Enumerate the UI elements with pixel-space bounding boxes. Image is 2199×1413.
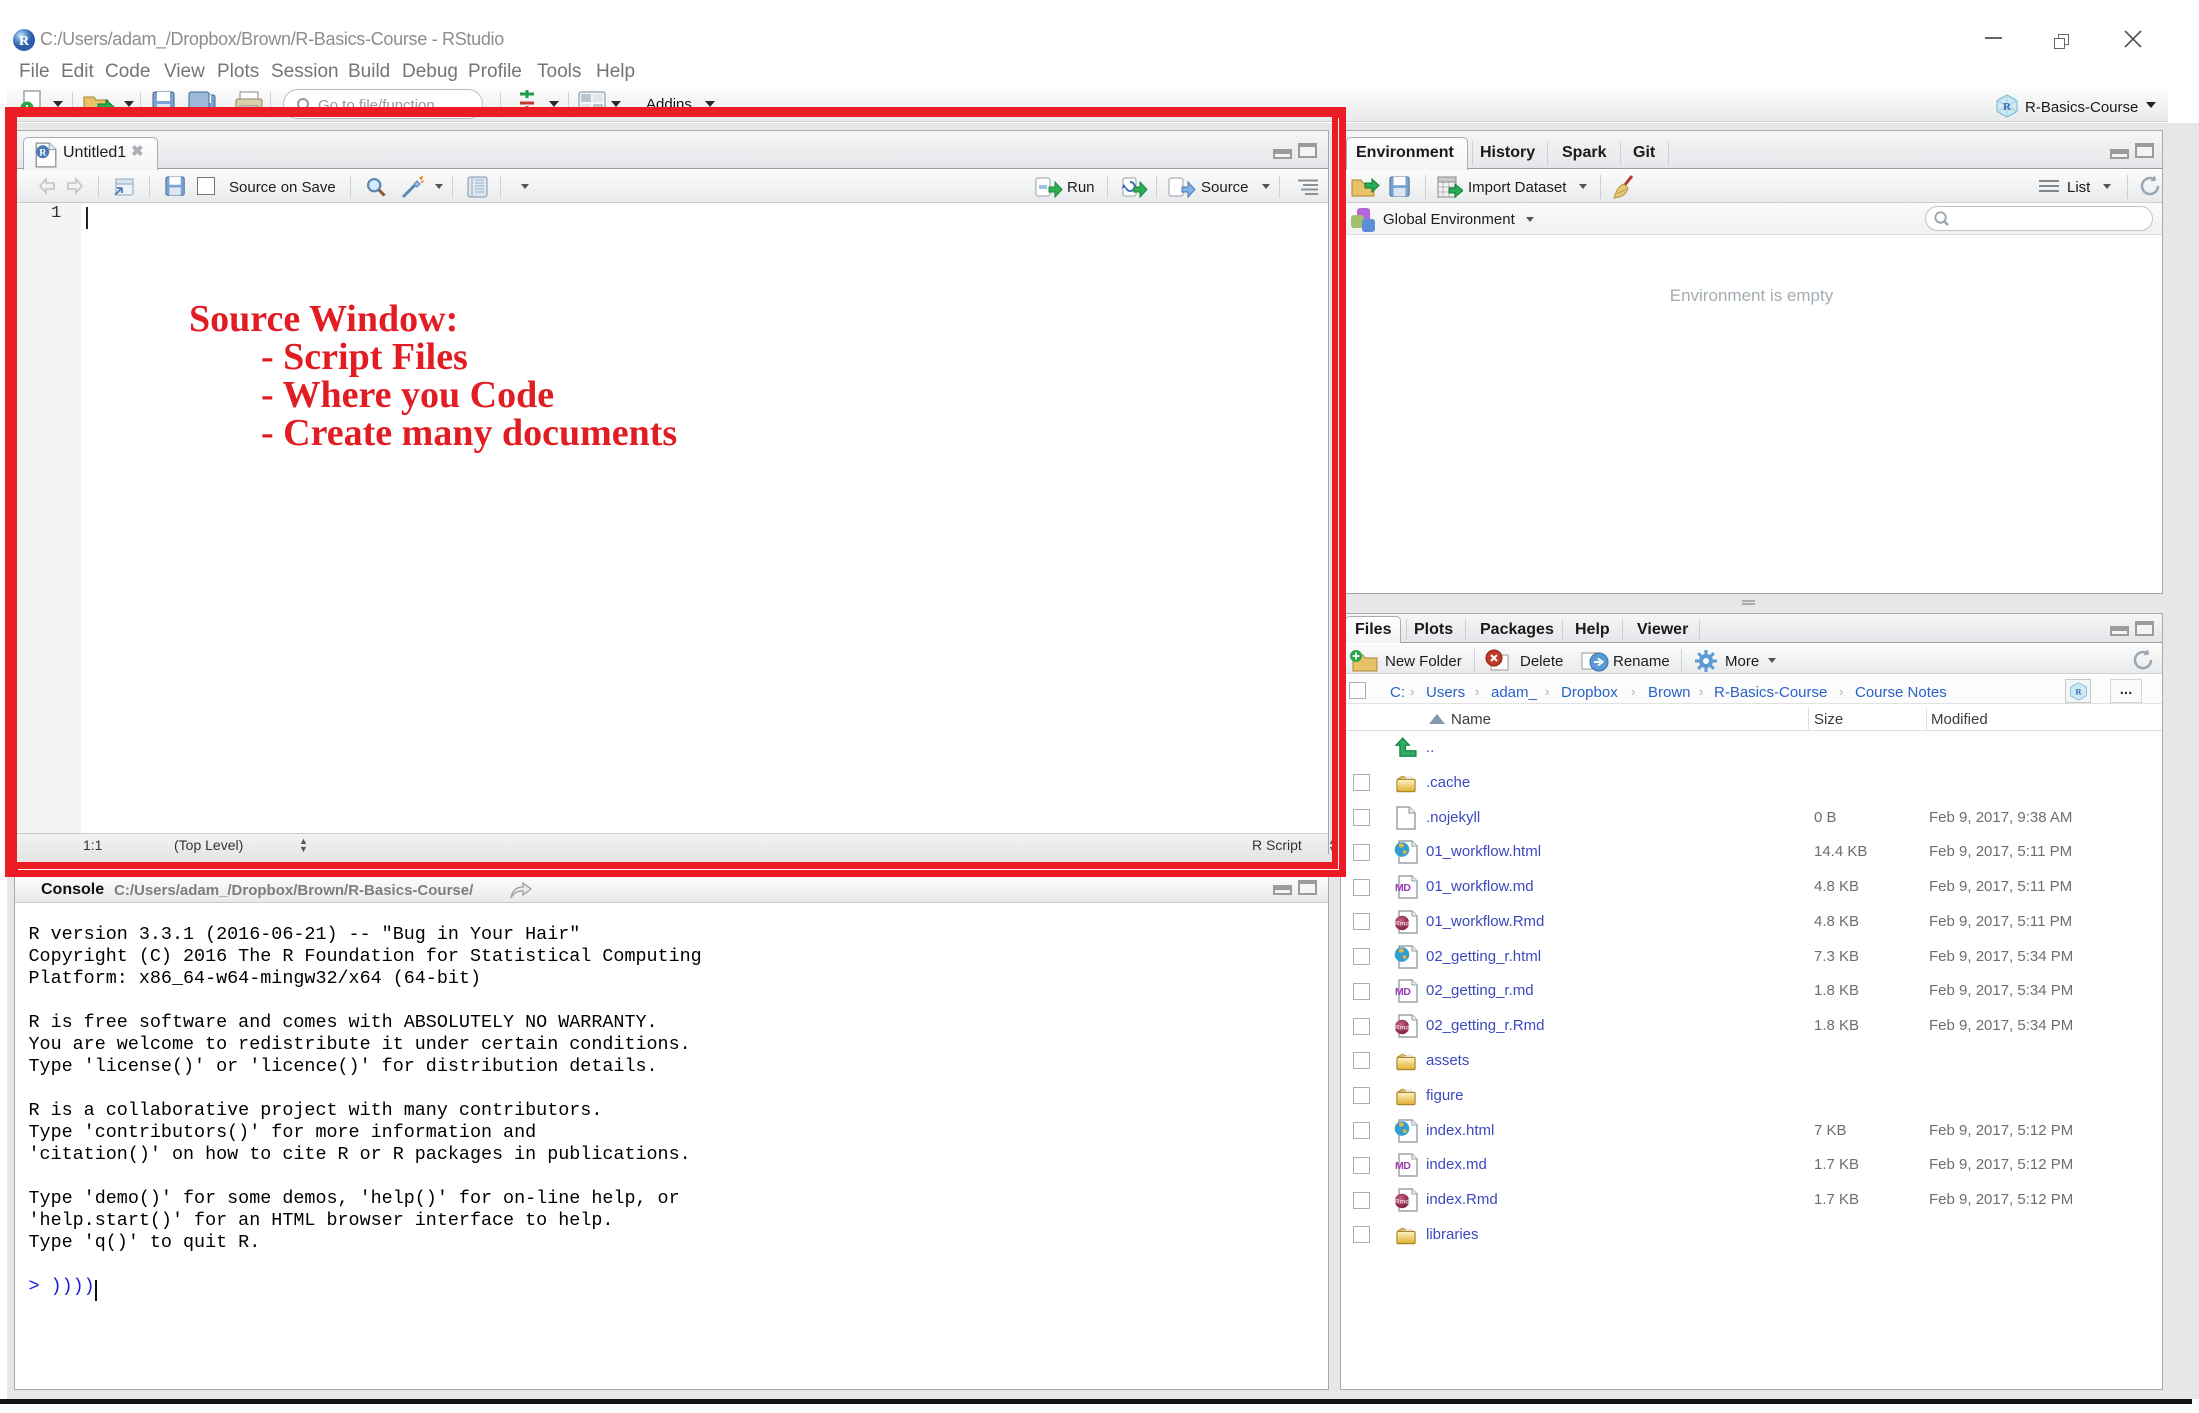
- svg-text:R: R: [2075, 687, 2082, 697]
- svg-text:R: R: [2003, 101, 2012, 113]
- svg-text:R: R: [19, 34, 30, 49]
